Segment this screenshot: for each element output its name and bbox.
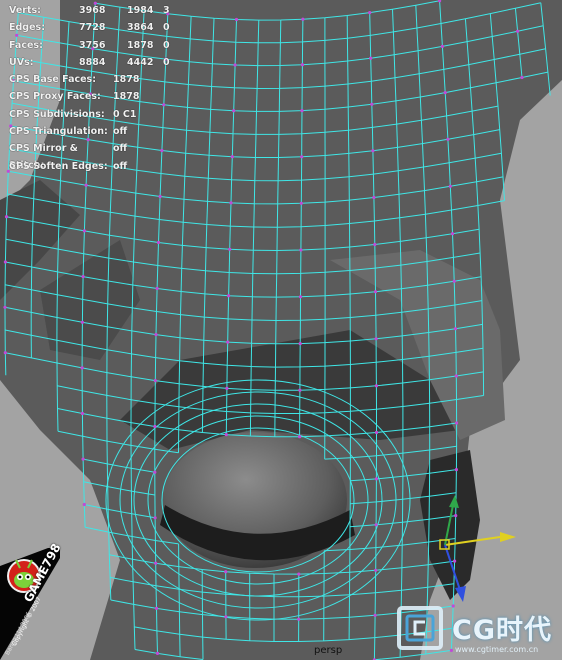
- cps-triangulation-value: off: [113, 126, 128, 138]
- verts-label: Verts:: [9, 5, 41, 16]
- edges-components: 0: [163, 22, 170, 34]
- cps-soften-edges-value: off: [113, 160, 128, 172]
- faces-label: Faces:: [9, 39, 43, 51]
- cps-base-faces-value: 1878: [113, 74, 140, 86]
- verts-components: 3: [163, 5, 170, 16]
- cps-proxy-faces-value: 1878: [113, 91, 140, 103]
- cps-subdivisions-label: CPS Subdivisions:: [9, 108, 105, 120]
- camera-label: persp: [314, 645, 343, 656]
- uvs-components: 0: [163, 56, 170, 68]
- faces-selected: 1878: [127, 39, 154, 51]
- verts-total: 3968: [79, 5, 106, 16]
- uvs-label: UVs:: [9, 56, 34, 68]
- hud-stats: Verts: 3968 1984 3 Edges: 7728 3864 0 Faces: 37…: [9, 2, 183, 175]
- edges-label: Edges:: [9, 22, 45, 34]
- cps-mirror-stitch-label: CPS Mirror & Stitch:: [9, 143, 78, 172]
- verts-selected: 1984: [127, 5, 154, 16]
- uvs-total: 8884: [79, 56, 106, 68]
- cps-soften-edges-label: CPS Soften Edges:: [9, 160, 108, 172]
- faces-components: 0: [163, 39, 170, 51]
- cps-subdivisions-value: 0 C1: [113, 108, 137, 120]
- edges-selected: 3864: [127, 22, 154, 34]
- cps-base-faces-label: CPS Base Faces:: [9, 74, 97, 86]
- edges-total: 7728: [79, 22, 106, 34]
- cg-brand: CG时代: [452, 615, 552, 646]
- 3d-viewport[interactable]: Verts: 3968 1984 3 Edges: 7728 3864 0 Faces: 37…: [0, 0, 562, 660]
- cps-proxy-faces-label: CPS Proxy Faces:: [9, 91, 101, 103]
- uvs-selected: 4442: [127, 56, 154, 68]
- cps-mirror-stitch-value: off: [113, 143, 128, 155]
- cg-url: www.cgtimer.com.cn: [455, 645, 539, 654]
- cps-triangulation-label: CPS Triangulation:: [9, 126, 108, 138]
- faces-total: 3756: [79, 39, 106, 51]
